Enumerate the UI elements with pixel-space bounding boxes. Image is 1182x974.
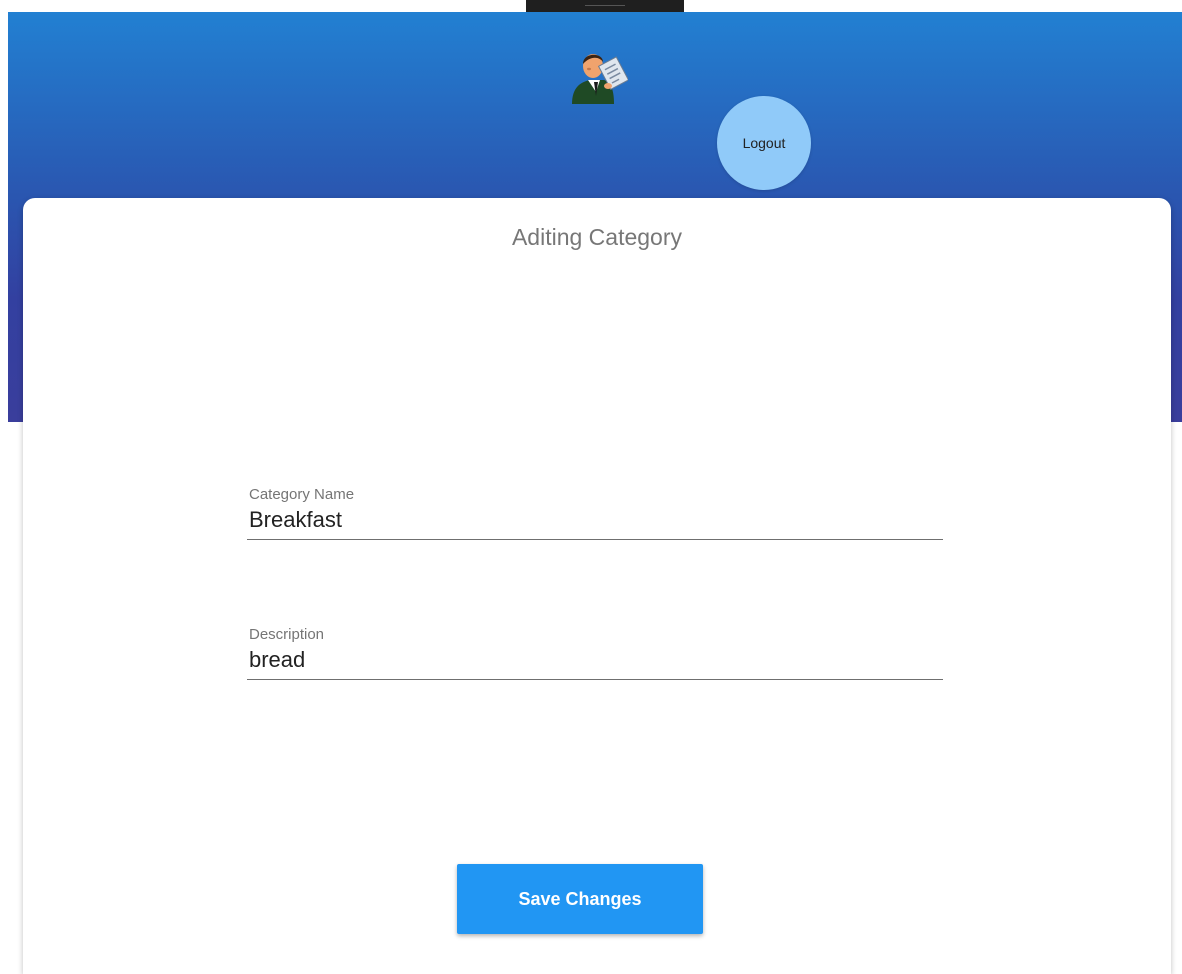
- edit-category-card: Aditing Category Category Name Descripti…: [23, 198, 1171, 974]
- page-title: Aditing Category: [511, 224, 683, 250]
- category-name-input[interactable]: [247, 505, 943, 540]
- category-name-field: Category Name: [247, 486, 943, 540]
- description-field: Description: [247, 626, 943, 680]
- description-label: Description: [249, 626, 325, 643]
- businessman-with-checklist-icon: [566, 44, 630, 106]
- window-drag-handle[interactable]: [526, 0, 684, 12]
- category-name-label: Category Name: [249, 486, 355, 503]
- save-changes-button[interactable]: Save Changes: [457, 864, 703, 934]
- logout-button[interactable]: Logout: [717, 96, 811, 190]
- page: Logout Aditing Category Category Name De…: [0, 0, 1182, 974]
- description-input[interactable]: [247, 645, 943, 680]
